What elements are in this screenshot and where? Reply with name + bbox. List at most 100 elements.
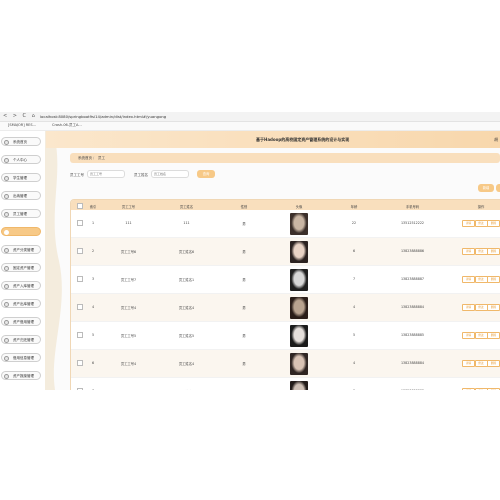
detail-button[interactable]: 详情: [462, 359, 475, 367]
row-checkbox[interactable]: [77, 276, 83, 282]
row-checkbox[interactable]: [77, 332, 83, 338]
cell-gender: 男: [237, 389, 251, 391]
employee-id-label: 员工工号: [70, 172, 84, 177]
cell-index: 7: [88, 389, 98, 391]
employee-name-input[interactable]: [151, 170, 189, 178]
sidebar-item-label: 学生管理: [13, 176, 27, 181]
detail-button[interactable]: 详情: [462, 219, 475, 227]
delete-row-button[interactable]: 删除: [487, 219, 500, 227]
table-row[interactable]: 1 111 111 男 22 13512512222 详情 修改 删除: [71, 210, 500, 238]
search-button[interactable]: 查询: [197, 170, 215, 178]
avatar: [290, 268, 308, 291]
table-row[interactable]: 5 员工工号5 员工姓名5 男 5 13823888885 详情 修改 删除: [71, 322, 500, 350]
sidebar-item[interactable]: 系统首页: [1, 137, 41, 146]
col-index: 索引: [89, 204, 97, 209]
col-employee-id: 员工工号: [121, 204, 136, 209]
menu-icon: [4, 319, 9, 325]
user-menu[interactable]: 胡: [494, 137, 498, 143]
sidebar-item-label: 出纳管理: [13, 194, 27, 199]
cell-employee-name: 111: [183, 220, 190, 225]
cell-age: 7: [352, 276, 356, 281]
sidebar-item[interactable]: 出纳管理: [1, 191, 41, 200]
cell-age: 4: [352, 360, 356, 365]
sidebar-item[interactable]: 资产归还管理: [1, 335, 41, 344]
delete-row-button[interactable]: 删除: [487, 275, 500, 283]
detail-button[interactable]: 详情: [462, 275, 475, 283]
select-all-checkbox[interactable]: [77, 203, 83, 209]
cell-phone: 13823888886: [400, 248, 425, 253]
row-checkbox[interactable]: [77, 388, 83, 390]
table-row[interactable]: 2 员工工号6 员工姓名6 男 6 13823888886 详情 修改 删除: [71, 238, 500, 266]
menu-icon: [4, 193, 9, 199]
edit-button[interactable]: 修改: [474, 247, 488, 255]
sidebar-item[interactable]: 固定资产管理: [1, 263, 41, 272]
breadcrumb-home[interactable]: 系统首页: [78, 156, 92, 161]
sidebar-item[interactable]: 资产入库管理: [1, 281, 41, 290]
sidebar-item[interactable]: 资产分类管理: [1, 245, 41, 254]
browser-nav-icons[interactable]: < > C ⌂: [3, 113, 37, 119]
table-row[interactable]: 6 员工工号4 员工姓名4 男 4 13823888884 详情 修改 删除: [71, 350, 500, 378]
delete-row-button[interactable]: 删除: [487, 387, 500, 390]
sidebar-item-label: 借用信息管理: [13, 356, 34, 361]
detail-button[interactable]: 详情: [462, 331, 475, 339]
employee-name-label: 员工姓名: [134, 172, 148, 177]
sidebar-item[interactable]: [1, 227, 41, 236]
row-checkbox[interactable]: [77, 360, 83, 366]
sidebar-item[interactable]: 借用信息管理: [1, 353, 41, 362]
edit-button[interactable]: 修改: [474, 303, 488, 311]
sidebar-item[interactable]: 资产借用管理: [1, 317, 41, 326]
sidebar-item-label: 个人中心: [13, 158, 27, 163]
delete-row-button[interactable]: 删除: [487, 303, 500, 311]
cell-employee-id: 员工工号4: [120, 305, 137, 310]
edit-button[interactable]: 修改: [474, 359, 488, 367]
sidebar-item[interactable]: 学生管理: [1, 173, 41, 182]
row-checkbox[interactable]: [77, 304, 83, 310]
menu-icon: [4, 373, 9, 379]
cell-employee-id: 员工工号7: [120, 277, 137, 282]
table-row[interactable]: 3 员工工号7 员工姓名1 男 7 13823888887 详情 修改 删除: [71, 266, 500, 294]
detail-button[interactable]: 详情: [462, 303, 475, 311]
sidebar-item-label: 员工管理: [13, 212, 27, 217]
add-button[interactable]: 新增: [478, 184, 494, 192]
cell-gender: 男: [242, 361, 246, 366]
employee-id-input[interactable]: [87, 170, 125, 178]
edit-button[interactable]: 修改: [474, 219, 488, 227]
edit-button[interactable]: 修改: [474, 275, 488, 283]
delete-button[interactable]: [496, 184, 500, 192]
url-field[interactable]: localhost:8080/springboot9si14/admin/dis…: [40, 114, 166, 119]
bookmark-1[interactable]: [SMAJOR] RES...: [8, 123, 36, 127]
row-checkbox[interactable]: [77, 220, 83, 226]
sidebar-item[interactable]: 个人中心: [1, 155, 41, 164]
menu-icon: [4, 301, 9, 307]
row-checkbox[interactable]: [77, 248, 83, 254]
table-row[interactable]: 7 员工工号3 员工姓名3 男 3 13823888883 详情修改删除: [71, 378, 500, 390]
sidebar-item[interactable]: 员工管理: [1, 209, 41, 218]
table-row[interactable]: 4 员工工号4 员工姓名4 男 4 13823888884 详情 修改 删除: [71, 294, 500, 322]
delete-row-button[interactable]: 删除: [487, 359, 500, 367]
edit-button[interactable]: 修改: [474, 387, 488, 390]
avatar: [290, 212, 308, 235]
detail-button[interactable]: 详情: [462, 387, 475, 390]
cell-age: 4: [352, 304, 356, 309]
sidebar-item[interactable]: 资产报废管理: [1, 371, 41, 380]
avatar: [290, 352, 308, 375]
cell-gender: 男: [242, 277, 246, 282]
breadcrumb-current: 员工: [98, 156, 105, 160]
cell-index: 4: [91, 304, 95, 309]
menu-icon: [4, 247, 9, 253]
sidebar-item[interactable]: 资产出库管理: [1, 299, 41, 308]
table-header: 索引 员工工号 员工姓名 性别 头像 年龄 手机号码 操作: [71, 200, 500, 210]
cell-phone: 13823888885: [400, 332, 425, 337]
cell-index: 5: [91, 332, 95, 337]
bookmark-2[interactable]: Crash-06-员工A...: [52, 123, 82, 128]
detail-button[interactable]: 详情: [462, 247, 475, 255]
menu-icon: [4, 157, 9, 163]
delete-row-button[interactable]: 删除: [487, 331, 500, 339]
edit-button[interactable]: 修改: [474, 331, 488, 339]
cell-index: 2: [91, 248, 95, 253]
cell-age: 22: [351, 220, 357, 225]
delete-row-button[interactable]: 删除: [487, 247, 500, 255]
cell-phone: 13823888884: [400, 360, 425, 365]
menu-icon: [4, 211, 9, 217]
cell-employee-id: 员工工号6: [120, 249, 137, 254]
